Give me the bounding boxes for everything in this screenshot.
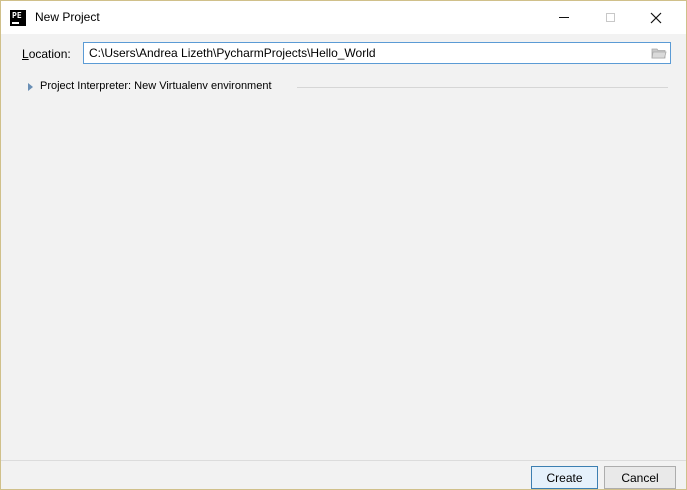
location-input[interactable] [84, 43, 649, 63]
project-interpreter-section[interactable]: Project Interpreter: New Virtualenv envi… [28, 79, 668, 95]
section-divider [297, 87, 668, 88]
expand-arrow-icon[interactable] [28, 83, 33, 91]
window-title: New Project [35, 10, 100, 24]
location-label-rest: ocation: [28, 47, 71, 61]
footer-divider [1, 460, 686, 461]
project-interpreter-label[interactable]: Project Interpreter: New Virtualenv envi… [40, 80, 272, 92]
app-icon-bar [12, 22, 19, 24]
minimize-icon [559, 17, 569, 19]
maximize-icon [605, 13, 615, 23]
folder-icon[interactable] [651, 46, 667, 60]
create-button[interactable]: Create [531, 466, 598, 489]
pycharm-edu-icon: PE [10, 10, 26, 26]
minimize-button[interactable] [541, 1, 587, 34]
app-icon-text: PE [12, 11, 22, 20]
close-button[interactable] [633, 1, 679, 34]
location-label-accel: L [22, 47, 29, 61]
new-project-dialog: PE New Project Location: Project Interpr… [0, 0, 687, 490]
maximize-button[interactable] [587, 1, 633, 34]
location-field[interactable] [83, 42, 671, 64]
close-icon [650, 12, 662, 24]
title-bar[interactable]: PE New Project [1, 1, 686, 34]
location-label: Location: [22, 47, 71, 61]
cancel-button[interactable]: Cancel [604, 466, 676, 489]
